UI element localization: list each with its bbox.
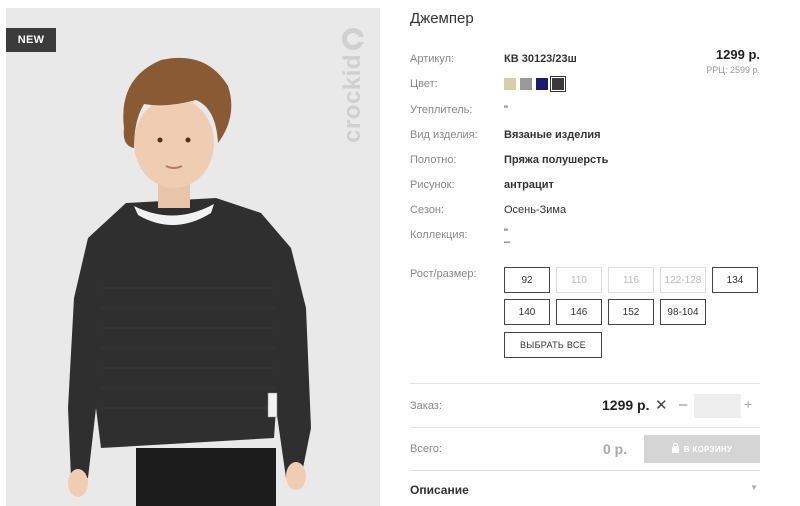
size-option-110: 110 — [556, 267, 602, 293]
product-photo[interactable]: NEW crockid — [6, 8, 380, 506]
brand-watermark: crockid — [338, 28, 368, 168]
order-price: 1299 р. — [602, 397, 650, 413]
attr-label-product-type: Вид изделия: — [410, 129, 478, 141]
divider — [410, 427, 760, 428]
color-swatch-beige[interactable] — [504, 78, 516, 90]
order-label: Заказ: — [410, 400, 442, 412]
product-illustration — [68, 57, 311, 506]
size-option-92[interactable]: 92 — [504, 267, 550, 293]
color-swatch-grey[interactable] — [520, 78, 532, 90]
total-label: Всего: — [410, 443, 442, 455]
divider — [410, 470, 760, 471]
attr-label-season: Сезон: — [410, 204, 444, 216]
add-to-cart-label: В КОРЗИНУ — [683, 444, 733, 454]
quantity-input[interactable] — [694, 394, 741, 418]
attr-label-fabric: Полотно: — [410, 154, 457, 166]
size-option-116: 116 — [608, 267, 654, 293]
multiply-icon: ✕ — [655, 397, 668, 414]
size-option-140[interactable]: 140 — [504, 299, 550, 325]
color-swatch-anthracite[interactable] — [550, 76, 566, 92]
product-title: Джемпер — [410, 10, 474, 27]
attr-value-season: Осень-Зима — [504, 204, 567, 216]
chevron-down-icon[interactable]: ▼ — [750, 483, 758, 492]
attr-label-color: Цвет: — [410, 78, 438, 90]
size-option-122-128: 122-128 — [660, 267, 706, 293]
recommended-retail-price: РРЦ: 2599 р. — [706, 65, 760, 75]
attr-value-product-type: Вязаные изделия — [504, 129, 601, 141]
attr-value-pattern: антрацит — [504, 179, 554, 191]
attr-label-collection: Коллекция: — [410, 229, 468, 241]
attr-value-article: КВ 30123/23ш — [504, 53, 577, 65]
new-badge: NEW — [6, 28, 56, 52]
brand-name: crockid — [339, 54, 366, 143]
size-option-146[interactable]: 146 — [556, 299, 602, 325]
quantity-plus-button[interactable]: + — [744, 396, 752, 412]
add-to-cart-button[interactable]: В КОРЗИНУ — [644, 435, 760, 463]
divider — [410, 383, 760, 384]
attr-label-size: Рост/размер: — [410, 268, 477, 280]
select-all-sizes-button[interactable]: ВЫБРАТЬ ВСЕ — [504, 332, 602, 358]
color-swatches — [504, 76, 566, 92]
product-price: 1299 р. — [715, 47, 760, 62]
shopping-bag-icon — [671, 442, 679, 453]
size-option-134[interactable]: 134 — [712, 267, 758, 293]
attr-label-pattern: Рисунок: — [410, 179, 455, 191]
description-toggle[interactable]: Описание — [410, 483, 469, 497]
size-option-152[interactable]: 152 — [608, 299, 654, 325]
attr-value-insulation: " — [504, 104, 508, 116]
attr-value-collection-extra: – — [504, 236, 511, 248]
color-swatch-navy[interactable] — [536, 78, 548, 90]
attr-value-fabric: Пряжа полушерсть — [504, 154, 609, 166]
quantity-minus-button[interactable]: – — [679, 396, 687, 413]
brand-logo-icon — [342, 28, 365, 50]
attr-label-article: Артикул: — [410, 53, 455, 65]
size-option-98-104[interactable]: 98-104 — [660, 299, 706, 325]
attr-label-insulation: Утеплитель: — [410, 104, 473, 116]
total-value: 0 р. — [603, 441, 628, 457]
